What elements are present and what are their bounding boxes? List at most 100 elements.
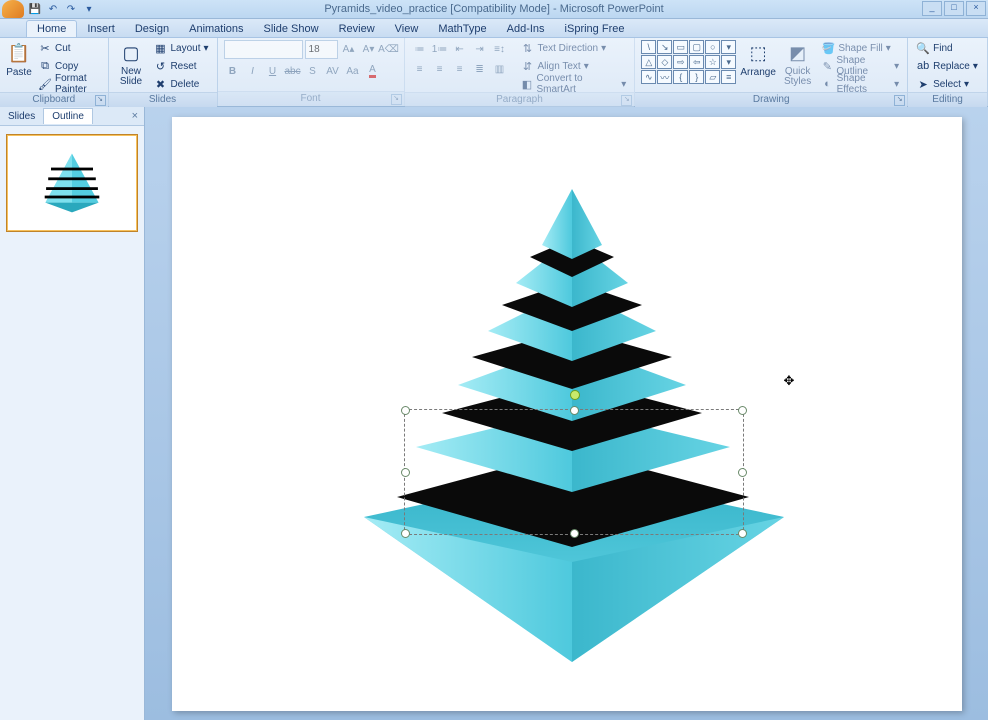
layout-button[interactable]: ▦Layout ▾ bbox=[151, 40, 210, 56]
underline-icon[interactable]: U bbox=[264, 62, 282, 80]
office-button[interactable] bbox=[2, 0, 24, 18]
selection-box[interactable] bbox=[404, 409, 744, 535]
font-family-combo[interactable] bbox=[224, 40, 303, 59]
shape-tri-icon[interactable]: △ bbox=[641, 55, 656, 69]
thumbnail-area[interactable] bbox=[0, 126, 144, 720]
bold-icon[interactable]: B bbox=[224, 62, 242, 80]
shape-roundrect-icon[interactable]: ▢ bbox=[689, 40, 704, 54]
handle-w[interactable] bbox=[401, 468, 410, 477]
clear-formatting-icon[interactable]: A⌫ bbox=[380, 40, 398, 58]
tab-addins[interactable]: Add-Ins bbox=[497, 21, 555, 37]
shape-callout-icon[interactable]: ▱ bbox=[705, 70, 720, 84]
char-spacing-icon[interactable]: AV bbox=[324, 62, 342, 80]
drawing-launcher[interactable]: ↘ bbox=[894, 95, 905, 106]
shape-fill-button[interactable]: 🪣Shape Fill ▾ bbox=[819, 40, 901, 56]
grow-font-icon[interactable]: A▴ bbox=[340, 40, 358, 58]
handle-s[interactable] bbox=[570, 529, 579, 538]
clipboard-launcher[interactable]: ↘ bbox=[95, 95, 106, 106]
align-text-button[interactable]: ⇵Align Text ▾ bbox=[519, 58, 629, 74]
handle-e[interactable] bbox=[738, 468, 747, 477]
shape-arrowl-icon[interactable]: ⇦ bbox=[689, 55, 704, 69]
align-center-icon[interactable]: ≡ bbox=[431, 60, 449, 78]
increase-indent-icon[interactable]: ⇥ bbox=[471, 40, 489, 58]
tab-animations[interactable]: Animations bbox=[179, 21, 253, 37]
slide-canvas-area[interactable]: ✥ bbox=[145, 107, 988, 720]
shape-more2-icon[interactable]: ▾ bbox=[721, 55, 736, 69]
shapes-gallery[interactable]: \↘▭▢○▾ △◇⇨⇦☆▾ ∿〰{}▱≡ bbox=[641, 40, 736, 84]
font-color-icon[interactable]: A bbox=[364, 62, 382, 80]
handle-nw[interactable] bbox=[401, 406, 410, 415]
shape-diamond-icon[interactable]: ◇ bbox=[657, 55, 672, 69]
change-case-icon[interactable]: Aa bbox=[344, 62, 362, 80]
shape-oval-icon[interactable]: ○ bbox=[705, 40, 720, 54]
handle-sw[interactable] bbox=[401, 529, 410, 538]
justify-icon[interactable]: ≣ bbox=[471, 60, 489, 78]
shape-brace2-icon[interactable]: } bbox=[689, 70, 704, 84]
tab-home[interactable]: Home bbox=[26, 20, 77, 37]
shape-outline-button[interactable]: ✎Shape Outline ▾ bbox=[819, 58, 901, 74]
copy-button[interactable]: ⧉Copy bbox=[36, 58, 102, 74]
shape-more3-icon[interactable]: ≡ bbox=[721, 70, 736, 84]
decrease-indent-icon[interactable]: ⇤ bbox=[451, 40, 469, 58]
shape-more1-icon[interactable]: ▾ bbox=[721, 40, 736, 54]
reset-button[interactable]: ↺Reset bbox=[151, 58, 210, 74]
handle-se[interactable] bbox=[738, 529, 747, 538]
tab-ispring[interactable]: iSpring Free bbox=[555, 21, 635, 37]
new-slide-button[interactable]: ▢ New Slide bbox=[115, 40, 148, 87]
shape-free-icon[interactable]: 〰 bbox=[657, 70, 672, 84]
align-right-icon[interactable]: ≡ bbox=[451, 60, 469, 78]
numbering-icon[interactable]: 1≔ bbox=[431, 40, 449, 58]
shape-effects-button[interactable]: ◐Shape Effects ▾ bbox=[819, 76, 901, 92]
shape-arrowr-icon[interactable]: ⇨ bbox=[673, 55, 688, 69]
tab-view[interactable]: View bbox=[385, 21, 429, 37]
font-size-combo[interactable] bbox=[305, 40, 338, 59]
shrink-font-icon[interactable]: A▾ bbox=[360, 40, 378, 58]
tab-review[interactable]: Review bbox=[329, 21, 385, 37]
rotation-handle[interactable] bbox=[570, 390, 580, 400]
paste-button[interactable]: 📋 Paste bbox=[6, 40, 32, 78]
minimize-button[interactable]: _ bbox=[922, 1, 942, 16]
cut-button[interactable]: ✂Cut bbox=[36, 40, 102, 56]
tab-insert[interactable]: Insert bbox=[77, 21, 125, 37]
bullets-icon[interactable]: ≔ bbox=[411, 40, 429, 58]
line-spacing-icon[interactable]: ≡↕ bbox=[491, 40, 509, 58]
shape-rect-icon[interactable]: ▭ bbox=[673, 40, 688, 54]
handle-n[interactable] bbox=[570, 406, 579, 415]
paragraph-launcher[interactable]: ↘ bbox=[621, 95, 632, 106]
tab-slideshow[interactable]: Slide Show bbox=[254, 21, 329, 37]
format-painter-button[interactable]: 🖌Format Painter bbox=[36, 76, 102, 92]
pane-tab-outline[interactable]: Outline bbox=[43, 108, 93, 124]
shape-star-icon[interactable]: ☆ bbox=[705, 55, 720, 69]
font-launcher[interactable]: ↘ bbox=[391, 94, 402, 105]
tab-mathtype[interactable]: MathType bbox=[428, 21, 496, 37]
text-direction-button[interactable]: ⇅Text Direction ▾ bbox=[519, 40, 629, 56]
quick-styles-button[interactable]: ◩ Quick Styles bbox=[780, 40, 815, 87]
pane-close-button[interactable]: × bbox=[126, 110, 144, 122]
shape-arrow-icon[interactable]: ↘ bbox=[657, 40, 672, 54]
redo-icon[interactable]: ↷ bbox=[64, 2, 78, 16]
find-button[interactable]: 🔍Find bbox=[914, 40, 980, 56]
close-button[interactable]: × bbox=[966, 1, 986, 16]
align-left-icon[interactable]: ≡ bbox=[411, 60, 429, 78]
undo-icon[interactable]: ↶ bbox=[46, 2, 60, 16]
save-icon[interactable]: 💾 bbox=[28, 2, 42, 16]
delete-slide-button[interactable]: ✖Delete bbox=[151, 76, 210, 92]
shape-brace-icon[interactable]: { bbox=[673, 70, 688, 84]
tab-design[interactable]: Design bbox=[125, 21, 179, 37]
italic-icon[interactable]: I bbox=[244, 62, 262, 80]
replace-button[interactable]: abReplace ▾ bbox=[914, 58, 980, 74]
handle-ne[interactable] bbox=[738, 406, 747, 415]
qat-customize-icon[interactable]: ▾ bbox=[82, 2, 96, 16]
shape-line-icon[interactable]: \ bbox=[641, 40, 656, 54]
select-button[interactable]: ➤Select ▾ bbox=[914, 76, 980, 92]
pane-tab-slides[interactable]: Slides bbox=[0, 109, 43, 124]
convert-smartart-button[interactable]: ◧Convert to SmartArt ▾ bbox=[519, 76, 629, 92]
columns-icon[interactable]: ▥ bbox=[491, 60, 509, 78]
shape-curve-icon[interactable]: ∿ bbox=[641, 70, 656, 84]
arrange-button[interactable]: ⬚ Arrange bbox=[740, 40, 776, 78]
slide-thumbnail-1[interactable] bbox=[6, 134, 138, 232]
shadow-icon[interactable]: S bbox=[304, 62, 322, 80]
maximize-button[interactable]: □ bbox=[944, 1, 964, 16]
slide-canvas[interactable]: ✥ bbox=[172, 117, 962, 711]
strike-icon[interactable]: abc bbox=[284, 62, 302, 80]
